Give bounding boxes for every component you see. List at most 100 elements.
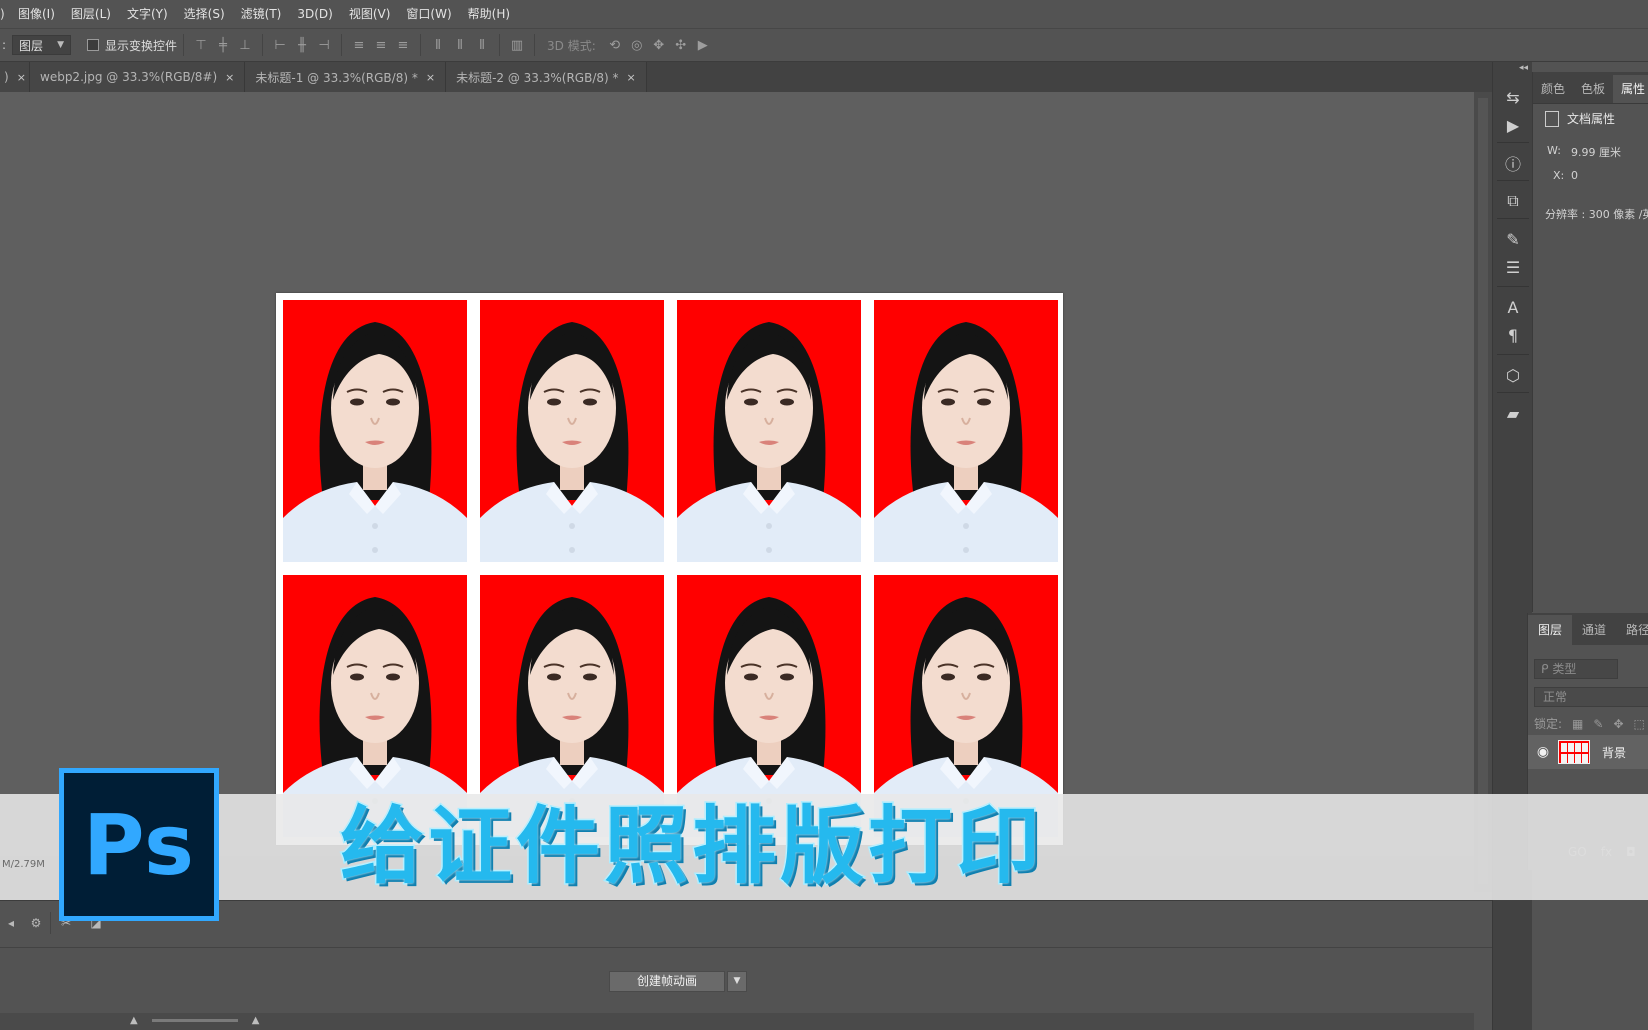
character-icon[interactable]: A — [1499, 294, 1527, 320]
layers-tabs: 图层 通道 路径 — [1528, 613, 1648, 645]
options-colon: : — [2, 38, 7, 52]
clone-source-icon[interactable]: ⧉ — [1499, 188, 1527, 214]
3d-orbit-icon[interactable]: ⟲ — [604, 34, 626, 56]
distribute-vcenter-icon[interactable]: ≡ — [370, 34, 392, 56]
3d-cube-icon[interactable]: ⬡ — [1499, 362, 1527, 388]
lock-position-icon[interactable]: ✥ — [1613, 717, 1623, 731]
3d-camera-icon[interactable]: ▶ — [692, 34, 714, 56]
paragraph-icon[interactable]: ¶ — [1499, 322, 1527, 348]
create-frame-animation-control: 创建帧动画 ▼ — [609, 971, 747, 992]
align-vcenter-icon[interactable]: ╪ — [212, 34, 234, 56]
document-properties-header: 文档属性 — [1545, 110, 1615, 127]
align-hcenter-icon[interactable]: ╫ — [291, 34, 313, 56]
auto-select-dropdown[interactable]: 图层 ▼ — [12, 35, 71, 55]
chevron-down-icon[interactable]: ▼ — [727, 971, 747, 992]
align-left-icon[interactable]: ⊢ — [269, 34, 291, 56]
3d-pan-icon[interactable]: ✥ — [648, 34, 670, 56]
lock-transparency-icon[interactable]: ▦ — [1572, 717, 1583, 731]
zoom-out-icon[interactable]: ▲ — [130, 1015, 138, 1026]
distribute-left-icon[interactable]: ⫴ — [427, 34, 449, 56]
show-transform-checkbox[interactable]: 显示变换控件 — [86, 37, 177, 54]
tab-untitled-1[interactable]: 未标题-1 @ 33.3%(RGB/8) * × — [245, 62, 447, 92]
distribute-bottom-icon[interactable]: ≡ — [392, 34, 414, 56]
properties-panel: 颜色 色板 属性 文档属性 W: 9.99 厘米 X: 0 分辨率 : 300 … — [1532, 72, 1648, 612]
settings-gear-icon[interactable]: ⚙ — [22, 916, 50, 930]
layer-filter-dropdown[interactable]: ᑭ 类型 — [1534, 659, 1618, 679]
info-icon[interactable]: ⓘ — [1499, 150, 1527, 176]
width-value[interactable]: 9.99 厘米 — [1571, 144, 1621, 160]
align-right-icon[interactable]: ⊣ — [313, 34, 335, 56]
auto-select-value: 图层 — [19, 38, 44, 53]
distribute-hcenter-icon[interactable]: ⫴ — [449, 34, 471, 56]
tab-partial[interactable]: ) × — [0, 62, 30, 92]
divider — [183, 34, 184, 56]
close-icon[interactable]: × — [225, 71, 234, 84]
vertical-scrollbar[interactable] — [1474, 92, 1492, 892]
align-top-icon[interactable]: ⊤ — [190, 34, 212, 56]
tab-color[interactable]: 颜色 — [1533, 75, 1573, 103]
menu-3d[interactable]: 3D(D) — [289, 0, 340, 28]
menu-view[interactable]: 视图(V) — [341, 0, 399, 28]
id-photo — [874, 300, 1058, 562]
lock-artboard-icon[interactable]: ⬚ — [1634, 717, 1645, 731]
auto-align-icon[interactable]: ▥ — [506, 34, 528, 56]
divider — [534, 34, 535, 56]
show-transform-label: 显示变换控件 — [104, 38, 177, 53]
tab-properties[interactable]: 属性 — [1613, 75, 1648, 103]
tab-untitled-2[interactable]: 未标题-2 @ 33.3%(RGB/8) * × — [446, 62, 647, 92]
tab-webp2[interactable]: webp2.jpg @ 33.3%(RGB/8#) × — [30, 62, 246, 92]
collapse-icon[interactable]: ◂◂ — [1519, 63, 1528, 73]
properties-tabs: 颜色 色板 属性 — [1533, 72, 1648, 104]
divider — [1497, 142, 1529, 143]
divider — [341, 34, 342, 56]
brush-icon[interactable]: ✎ — [1499, 226, 1527, 252]
blend-mode-dropdown[interactable]: 正常 — [1534, 687, 1648, 707]
eye-icon[interactable]: ◉ — [1528, 744, 1558, 760]
x-value[interactable]: 0 — [1571, 169, 1578, 182]
lock-paint-icon[interactable]: ✎ — [1593, 717, 1603, 731]
menu-image[interactable]: 图像(I) — [10, 0, 63, 28]
tab-paths[interactable]: 路径 — [1616, 615, 1648, 645]
menu-help[interactable]: 帮助(H) — [460, 0, 518, 28]
3d-slide-icon[interactable]: ✣ — [670, 34, 692, 56]
3d-roll-icon[interactable]: ◎ — [626, 34, 648, 56]
zoom-track[interactable] — [151, 1019, 238, 1022]
library-folder-icon[interactable]: ▰ — [1499, 400, 1527, 426]
canvas-area[interactable] — [0, 92, 1474, 856]
align-bottom-icon[interactable]: ⊥ — [234, 34, 256, 56]
document-tabs: ) × webp2.jpg @ 33.3%(RGB/8#) × 未标题-1 @ … — [0, 62, 1492, 92]
tab-label: 未标题-1 @ 33.3%(RGB/8) * — [255, 70, 418, 85]
tab-channels[interactable]: 通道 — [1572, 615, 1616, 645]
layer-name[interactable]: 背景 — [1602, 744, 1626, 761]
brush-settings-icon[interactable]: ☰ — [1499, 254, 1527, 280]
menu-filter[interactable]: 滤镜(T) — [233, 0, 290, 28]
rewind-icon[interactable]: ◂ — [0, 916, 22, 930]
photoshop-logo: Ps — [59, 768, 219, 921]
tab-swatches[interactable]: 色板 — [1573, 75, 1613, 103]
distribute-top-icon[interactable]: ≡ — [348, 34, 370, 56]
menu-type[interactable]: 文字(Y) — [119, 0, 176, 28]
menu-select[interactable]: 选择(S) — [176, 0, 233, 28]
divider — [262, 34, 263, 56]
divider — [1497, 180, 1529, 181]
create-frame-animation-button[interactable]: 创建帧动画 — [609, 971, 725, 992]
timeline-zoom-slider[interactable]: ▲ ▲ — [130, 1015, 259, 1026]
options-bar: : 图层 ▼ 显示变换控件 ⊤ ╪ ⊥ ⊢ ╫ ⊣ ≡ ≡ ≡ ⫴ ⫴ ⫴ ▥ … — [0, 28, 1648, 62]
zoom-in-icon[interactable]: ▲ — [252, 1015, 260, 1026]
distribute-right-icon[interactable]: ⫴ — [471, 34, 493, 56]
tab-layers[interactable]: 图层 — [1528, 615, 1573, 645]
layer-row-background[interactable]: ◉ 背景 — [1528, 735, 1648, 769]
document-page[interactable] — [276, 293, 1063, 845]
divider — [1497, 218, 1529, 219]
menu-lead-fragment: ) — [0, 7, 5, 21]
actions-play-icon[interactable]: ▶ — [1499, 112, 1527, 138]
close-icon[interactable]: × — [17, 71, 26, 84]
close-icon[interactable]: × — [627, 71, 636, 84]
history-icon[interactable]: ⇆ — [1499, 84, 1527, 110]
menu-window[interactable]: 窗口(W) — [398, 0, 459, 28]
checkbox-box[interactable] — [86, 39, 99, 51]
menu-layer[interactable]: 图层(L) — [63, 0, 119, 28]
resolution-text: 分辨率 : 300 像素 /英 — [1545, 208, 1648, 221]
scrollbar-thumb[interactable] — [1478, 98, 1488, 884]
close-icon[interactable]: × — [426, 71, 435, 84]
